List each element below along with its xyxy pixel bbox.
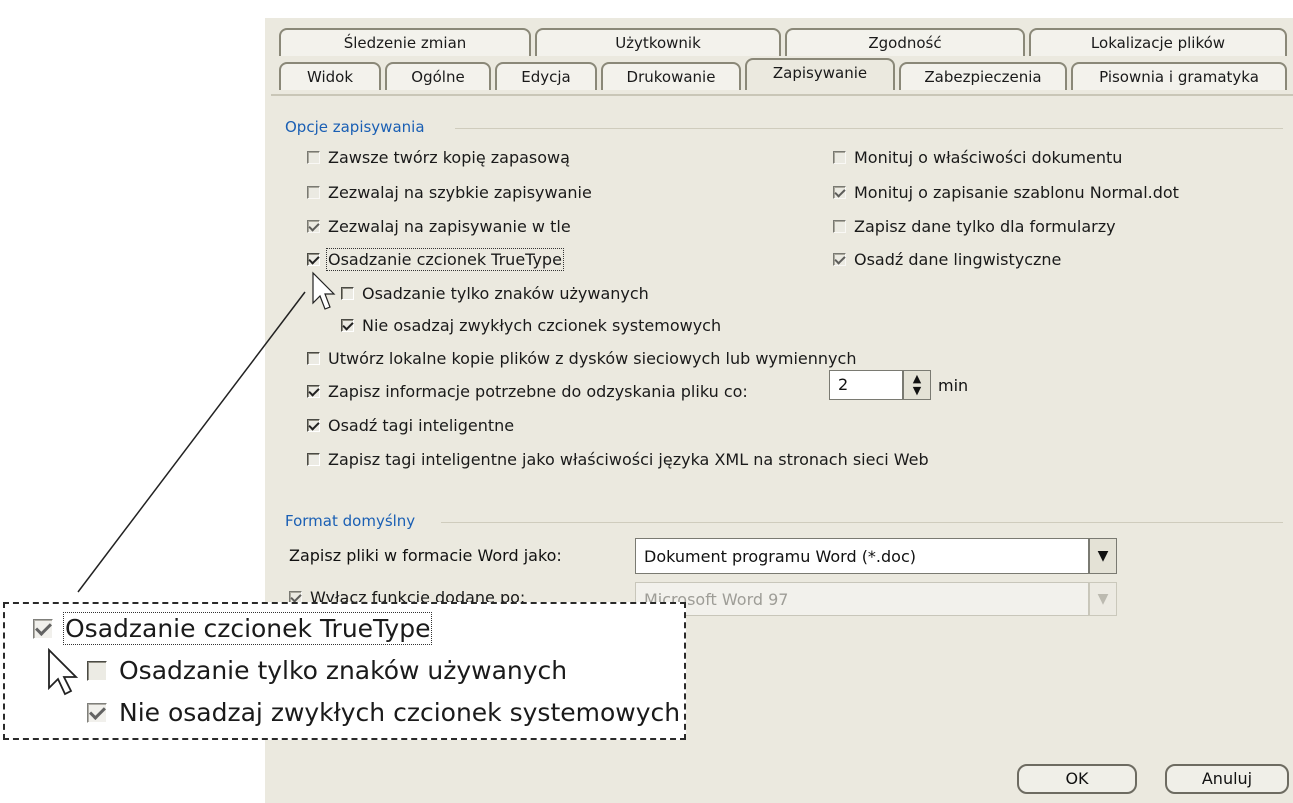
option-autorecover[interactable]: Zapisz informacje potrzebne do odzyskani… bbox=[307, 382, 748, 401]
checkbox-embed-smart-tags[interactable] bbox=[307, 419, 320, 432]
option-local-copies[interactable]: Utwórz lokalne kopie plików z dysków sie… bbox=[307, 349, 856, 368]
option-label: Zezwalaj na szybkie zapisywanie bbox=[328, 183, 592, 202]
chevron-down-icon[interactable]: ▼ bbox=[1089, 582, 1117, 616]
checkbox-embed-used-chars[interactable] bbox=[341, 287, 354, 300]
option-label: Nie osadzaj zwykłych czcionek systemowyc… bbox=[362, 316, 722, 335]
option-label: Monituj o właściwości dokumentu bbox=[854, 148, 1123, 167]
cancel-button[interactable]: Anuluj bbox=[1165, 764, 1289, 794]
option-label: Zapisz informacje potrzebne do odzyskani… bbox=[328, 382, 748, 401]
zoom-option-embed-truetype[interactable]: Osadzanie czcionek TrueType bbox=[33, 612, 433, 645]
option-label: Osadź tagi inteligentne bbox=[328, 416, 515, 435]
tab-file-locations[interactable]: Lokalizacje plików bbox=[1029, 28, 1287, 56]
zoom-option-embed-used-chars[interactable]: Osadzanie tylko znaków używanych bbox=[87, 656, 567, 685]
option-embed-linguistic[interactable]: Osadź dane lingwistyczne bbox=[833, 250, 1061, 269]
zoom-option-label: Nie osadzaj zwykłych czcionek systemowyc… bbox=[119, 698, 681, 727]
option-always-backup[interactable]: Zawsze twórz kopię zapasową bbox=[307, 148, 570, 167]
option-embed-truetype[interactable]: Osadzanie czcionek TrueType bbox=[307, 248, 564, 271]
tab-user[interactable]: Użytkownik bbox=[535, 28, 781, 56]
checkbox-local-copies[interactable] bbox=[307, 352, 320, 365]
tab-spelling-grammar[interactable]: Pisownia i gramatyka bbox=[1071, 62, 1287, 90]
zoom-checkbox-no-common-fonts[interactable] bbox=[87, 702, 107, 723]
checkbox-form-data-only[interactable] bbox=[833, 220, 846, 233]
option-embed-used-chars[interactable]: Osadzanie tylko znaków używanych bbox=[341, 284, 649, 303]
option-label: Zawsze twórz kopię zapasową bbox=[328, 148, 570, 167]
option-label: Monituj o zapisanie szablonu Normal.dot bbox=[854, 183, 1179, 202]
ok-button[interactable]: OK bbox=[1017, 764, 1137, 794]
option-label: Zapisz dane tylko dla formularzy bbox=[854, 217, 1116, 236]
zoom-checkbox-embed-used-chars[interactable] bbox=[87, 660, 107, 681]
option-embed-smart-tags[interactable]: Osadź tagi inteligentne bbox=[307, 416, 514, 435]
autorecover-minutes-input[interactable]: 2 bbox=[829, 370, 903, 400]
disable-features-select[interactable]: Microsoft Word 97 bbox=[635, 582, 1089, 616]
checkbox-embed-truetype[interactable] bbox=[307, 253, 320, 266]
option-label: Utwórz lokalne kopie plików z dysków sie… bbox=[328, 349, 857, 368]
zoom-option-label: Osadzanie czcionek TrueType bbox=[62, 612, 433, 645]
save-as-format-select[interactable]: Dokument programu Word (*.doc) bbox=[635, 538, 1089, 574]
group-divider bbox=[441, 522, 1283, 523]
option-label: Zezwalaj na zapisywanie w tle bbox=[328, 217, 571, 236]
tab-track-changes[interactable]: Śledzenie zmian bbox=[279, 28, 531, 56]
zoom-callout: Osadzanie czcionek TrueType Osadzanie ty… bbox=[3, 602, 686, 740]
tab-general[interactable]: Ogólne bbox=[385, 62, 491, 90]
option-label: Zapisz tagi inteligentne jako właściwośc… bbox=[328, 450, 929, 469]
save-as-label: Zapisz pliki w formacie Word jako: bbox=[289, 546, 562, 565]
checkbox-always-backup[interactable] bbox=[307, 151, 320, 164]
group-title-save-options: Opcje zapisywania bbox=[285, 118, 431, 136]
checkbox-smart-tags-xml[interactable] bbox=[307, 453, 320, 466]
mouse-cursor-icon bbox=[48, 648, 79, 696]
option-prompt-properties[interactable]: Monituj o właściwości dokumentu bbox=[833, 148, 1122, 167]
option-background-save[interactable]: Zezwalaj na zapisywanie w tle bbox=[307, 217, 571, 236]
tab-view[interactable]: Widok bbox=[279, 62, 381, 90]
option-label: Osadzanie tylko znaków używanych bbox=[362, 284, 649, 303]
checkbox-background-save[interactable] bbox=[307, 220, 320, 233]
tabs-separator bbox=[271, 94, 1293, 96]
chevron-down-icon[interactable]: ▼ bbox=[1089, 538, 1117, 574]
checkbox-prompt-properties[interactable] bbox=[833, 151, 846, 164]
group-divider bbox=[455, 128, 1283, 129]
tab-compatibility[interactable]: Zgodność bbox=[785, 28, 1025, 56]
option-label: Osadzanie czcionek TrueType bbox=[326, 248, 564, 271]
spin-down-icon[interactable]: ▼ bbox=[913, 384, 921, 397]
option-label: Osadź dane lingwistyczne bbox=[854, 250, 1062, 269]
option-form-data-only[interactable]: Zapisz dane tylko dla formularzy bbox=[833, 217, 1116, 236]
option-fast-save[interactable]: Zezwalaj na szybkie zapisywanie bbox=[307, 183, 592, 202]
autorecover-spin-button[interactable]: ▲ ▼ bbox=[903, 370, 931, 400]
autorecover-unit: min bbox=[938, 376, 969, 395]
checkbox-prompt-normal-dot[interactable] bbox=[833, 186, 846, 199]
checkbox-fast-save[interactable] bbox=[307, 186, 320, 199]
group-title-default-format: Format domyślny bbox=[285, 512, 422, 530]
option-prompt-normal-dot[interactable]: Monituj o zapisanie szablonu Normal.dot bbox=[833, 183, 1179, 202]
tab-save[interactable]: Zapisywanie bbox=[745, 58, 895, 90]
zoom-option-label: Osadzanie tylko znaków używanych bbox=[119, 656, 568, 685]
checkbox-embed-linguistic[interactable] bbox=[833, 253, 846, 266]
option-no-common-fonts[interactable]: Nie osadzaj zwykłych czcionek systemowyc… bbox=[341, 316, 721, 335]
zoom-checkbox-embed-truetype[interactable] bbox=[33, 618, 53, 639]
tab-edit[interactable]: Edycja bbox=[495, 62, 597, 90]
zoom-option-no-common-fonts[interactable]: Nie osadzaj zwykłych czcionek systemowyc… bbox=[87, 698, 680, 727]
tab-print[interactable]: Drukowanie bbox=[601, 62, 741, 90]
checkbox-autorecover[interactable] bbox=[307, 385, 320, 398]
tab-security[interactable]: Zabezpieczenia bbox=[899, 62, 1067, 90]
option-smart-tags-xml[interactable]: Zapisz tagi inteligentne jako właściwośc… bbox=[307, 450, 929, 469]
checkbox-no-common-fonts[interactable] bbox=[341, 319, 354, 332]
